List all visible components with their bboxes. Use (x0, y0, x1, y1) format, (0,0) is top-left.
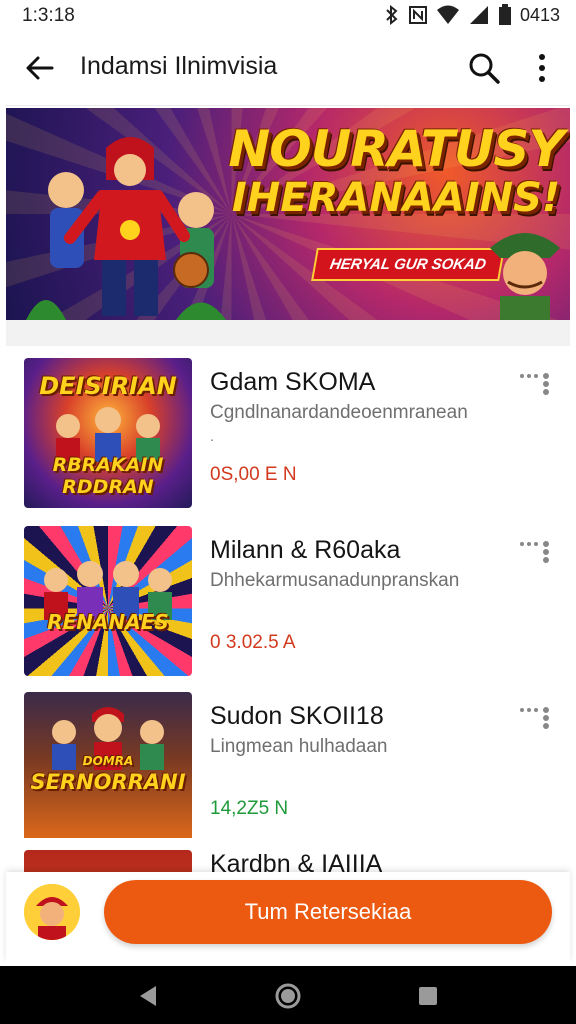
item-description: Dhhekarmusanadunpranskan (210, 570, 460, 591)
thumbnail-title-bottom: RBRAKAIN RDDRAN (52, 454, 164, 498)
signal-icon (469, 6, 488, 24)
item-thumbnail[interactable]: RENANAES (24, 526, 192, 676)
back-triangle-icon[interactable] (134, 982, 162, 1010)
banner-headline-line2: IHERANAAINS! (231, 175, 561, 221)
home-circle-icon[interactable] (274, 982, 302, 1010)
item-price: 14,2Z5 N (210, 798, 289, 819)
page-title: Indamsi Ilnimvisia (80, 52, 278, 80)
search-icon[interactable] (466, 50, 502, 86)
primary-action-button[interactable]: Tum Retersekiaa (104, 880, 552, 944)
item-more-icon[interactable] (518, 370, 552, 396)
item-thumbnail[interactable]: DEISIRIAN RBRAKAIN RDDRAN (24, 358, 192, 508)
battery-icon (498, 4, 511, 25)
thumbnail-title-bottom: RENANAES (47, 610, 169, 634)
item-more-icon[interactable] (518, 704, 552, 730)
banner-headline: NOURATUSY IHERANAAINS! (226, 124, 566, 218)
item-description: Lingmean hulhadaan (210, 736, 388, 757)
item-price: 0S,00 E N (210, 464, 297, 485)
bottom-action-bar: Tum Retersekiaa (6, 872, 570, 962)
banner-hero-illustration (26, 137, 226, 320)
avatar[interactable] (24, 884, 80, 940)
status-time: 1:3:18 (22, 5, 75, 26)
status-icons: 0413 (384, 4, 560, 26)
bluetooth-icon (386, 5, 398, 25)
list-item[interactable]: RENANAES Milann & R60aka Dhhekarmusanadu… (6, 514, 570, 680)
thumbnail-title-top: DEISIRIAN (39, 372, 177, 400)
banner-mascot-illustration (490, 233, 560, 320)
item-name[interactable]: Milann & R60aka (210, 536, 400, 565)
item-name[interactable]: Gdam SKOMA (210, 368, 375, 397)
list-item[interactable]: DOMRA SERNORRANI Sudon SKOII18 Lingmean … (6, 680, 570, 846)
back-arrow-icon[interactable] (22, 50, 58, 86)
more-vert-icon[interactable] (528, 50, 556, 86)
banner-tag: HERYAL GUR SOKAD (311, 248, 505, 281)
battery-text: 0413 (519, 4, 560, 25)
thumbnail-characters (56, 407, 160, 462)
promo-banner[interactable]: NOURATUSY IHERANAAINS! HERYAL GUR SOKAD (6, 108, 570, 320)
thumbnail-title-bottom: SERNORRANI (30, 770, 186, 794)
app-bar: Indamsi Ilnimvisia (6, 30, 570, 106)
banner-headline-line1: NOURATUSY (228, 120, 564, 178)
app-screen: 1:3:18 0413 Indamsi Ilnimvisia NOURATUSY… (0, 0, 576, 1024)
item-name[interactable]: Sudon SKOII18 (210, 702, 384, 731)
nfc-icon (408, 6, 427, 24)
item-thumbnail[interactable]: DOMRA SERNORRANI (24, 692, 192, 842)
status-bar: 1:3:18 0413 (0, 0, 576, 30)
wifi-icon (436, 5, 459, 24)
item-more-icon[interactable] (518, 538, 552, 564)
recents-square-icon[interactable] (414, 982, 442, 1010)
system-nav-bar (0, 966, 576, 1024)
section-divider (6, 320, 570, 346)
item-description: Cgndlnanardandeoenmranean (210, 402, 468, 423)
avatar-character-icon (24, 884, 80, 940)
item-extra: . (210, 428, 214, 444)
thumbnail-title-top: DOMRA (82, 754, 134, 768)
item-price: 0 3.02.5 A (210, 632, 296, 653)
list-item[interactable]: DEISIRIAN RBRAKAIN RDDRAN Gdam SKOMA Cgn… (6, 346, 570, 512)
